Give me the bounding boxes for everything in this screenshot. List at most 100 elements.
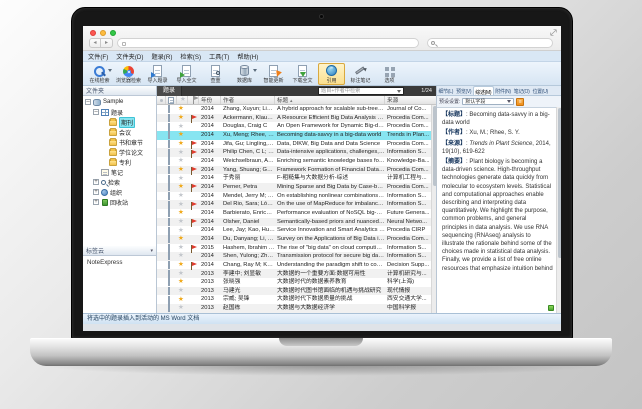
menu-item-工[interactable]: 工具(T) — [209, 52, 229, 61]
table-row[interactable]: ★2014Yang, Shuang; Guo,...Framework Form… — [157, 166, 436, 175]
expander-icon[interactable]: – — [93, 109, 99, 115]
expander-icon[interactable]: – — [85, 99, 91, 105]
table-row[interactable]: ★2014Mendel, Jerry M; Ko...On establishi… — [157, 192, 436, 201]
star-cell[interactable]: ★ — [177, 304, 188, 312]
sidebar-item-组织[interactable]: +组织 — [83, 187, 156, 197]
star-cell[interactable]: ★ — [177, 252, 188, 260]
table-row[interactable]: ★2014Weichselbraun, A; G...Enriching sem… — [157, 157, 436, 166]
star-cell[interactable]: ★ — [177, 140, 188, 148]
star-cell[interactable]: ★ — [177, 287, 188, 295]
flag-cell[interactable] — [188, 184, 199, 190]
star-cell[interactable]: ★ — [177, 114, 188, 122]
flag-cell[interactable] — [188, 141, 199, 147]
table-row[interactable]: ★2013李建中; 刘显敏大数据的一个重要方面:数据可用性计算机研究与... — [157, 269, 436, 278]
sidebar-item-书和章节[interactable]: 书和章节 — [83, 137, 156, 147]
star-cell[interactable]: ★ — [177, 244, 188, 252]
toolbar-button-download-fulltext[interactable]: 下载全文 — [289, 63, 316, 85]
flag-cell[interactable] — [188, 245, 199, 251]
menu-item-文[interactable]: 文件夹(D) — [116, 52, 143, 61]
expander-icon[interactable]: + — [93, 189, 99, 195]
star-cell[interactable]: ★ — [177, 278, 188, 286]
flag-cell[interactable] — [188, 150, 199, 156]
table-row[interactable]: ★2014Douglas, Craig CAn Open Framework f… — [157, 122, 436, 131]
star-cell[interactable]: ★ — [177, 261, 188, 269]
sidebar-item-回收站[interactable]: +回收站 — [83, 197, 156, 207]
table-row[interactable]: ★2014Zhang, Xuyun; Liu,...A hybrid appro… — [157, 105, 436, 114]
fullscreen-icon[interactable] — [550, 29, 557, 36]
star-cell[interactable]: ★ — [177, 218, 188, 226]
detail-tab-2[interactable]: 预览(V) — [455, 86, 473, 95]
table-row[interactable]: ★2014Perner, PetraMining Sparse and Big … — [157, 183, 436, 192]
table-row[interactable]: ★2014Olsher, DanielSemantically-based pr… — [157, 218, 436, 227]
sidebar-item-会议[interactable]: 会议 — [83, 127, 156, 137]
star-cell[interactable]: ★ — [177, 131, 188, 139]
table-row[interactable]: ★2014Barbierato, Enrico; G...Performance… — [157, 209, 436, 218]
table-scrollbar[interactable] — [431, 105, 436, 313]
chevron-down-icon[interactable]: ▾ — [150, 248, 153, 254]
detail-scrollbar[interactable] — [556, 107, 561, 313]
toolbar-button-import-records[interactable]: 导入题录 — [144, 63, 171, 85]
table-row[interactable]: ★2014于秀丽F-粗糙集与大数据分析-综述计算机工程与... — [157, 174, 436, 183]
title-column-header[interactable]: 标题 ▲ — [275, 96, 385, 104]
table-row[interactable]: ★2014Ackermann, Klaus; A...A Resource Ef… — [157, 114, 436, 123]
star-cell[interactable]: ★ — [177, 192, 188, 200]
table-row[interactable]: ★2014Lee, Jay; Kao, Hung-...Service Inno… — [157, 226, 436, 235]
menu-item-题[interactable]: 题录(R) — [151, 52, 172, 61]
table-row[interactable]: ★2013赵国栋大数据与大数据经济学中国科学报 — [157, 304, 436, 313]
sidebar-item-Sample[interactable]: –Sample — [83, 97, 156, 107]
toolbar-button-database[interactable]: 数据库 — [231, 63, 258, 85]
toolbar-button-duplicate-check[interactable]: 查重 — [202, 63, 229, 85]
search-dropdown-icon[interactable] — [397, 90, 401, 93]
menu-item-文[interactable]: 文件(F) — [88, 52, 108, 61]
toolbar-button-import-fulltext[interactable]: 导入全文 — [173, 63, 200, 85]
table-row[interactable]: ★2015Hashem, Ibrahim Ab...The rise of "b… — [157, 244, 436, 253]
star-cell[interactable]: ★ — [177, 166, 188, 174]
author-column-header[interactable]: 作者 — [221, 96, 275, 104]
chevron-down-icon[interactable] — [253, 69, 257, 72]
back-button[interactable]: ◂ — [89, 38, 101, 48]
table-row[interactable]: ★2014Del Rio, Sara; López...On the use o… — [157, 200, 436, 209]
browser-search-field[interactable] — [427, 38, 553, 48]
edit-style-button[interactable]: ≡ — [516, 98, 524, 106]
table-row[interactable]: ★2014Chang, Ray M; Kauf...Understanding … — [157, 261, 436, 270]
star-cell[interactable]: ★ — [177, 105, 188, 113]
expander-icon[interactable]: + — [93, 199, 99, 205]
star-cell[interactable]: ★ — [177, 209, 188, 217]
tagcloud-content[interactable]: NoteExpress — [83, 256, 156, 269]
table-row[interactable]: ★2014Du, Danyang; Li, Aih...Survey on th… — [157, 235, 436, 244]
flag-cell[interactable] — [188, 167, 199, 173]
star-column-header[interactable]: ★ — [177, 96, 188, 104]
star-cell[interactable]: ★ — [177, 123, 188, 131]
star-cell[interactable]: ★ — [177, 149, 188, 157]
star-cell[interactable]: ★ — [177, 183, 188, 191]
flag-cell[interactable] — [188, 262, 199, 268]
table-row[interactable]: ★2014Jifa, Gu; Lingling, Zh...Data, DIKW… — [157, 140, 436, 149]
close-button[interactable] — [90, 30, 96, 36]
detail-scrollbar-thumb[interactable] — [558, 108, 562, 258]
menu-item-帮[interactable]: 帮助(H) — [237, 52, 258, 61]
star-cell[interactable]: ★ — [177, 227, 188, 235]
attachment-column-header[interactable] — [166, 96, 177, 104]
star-cell[interactable]: ★ — [177, 157, 188, 165]
star-cell[interactable]: ★ — [177, 235, 188, 243]
flag-cell[interactable] — [188, 115, 199, 121]
star-cell[interactable]: ★ — [177, 201, 188, 209]
sidebar-item-专利[interactable]: 专利 — [83, 157, 156, 167]
toolbar-button-cite[interactable]: ”引用 — [318, 63, 345, 85]
toolbar-button-smart-update[interactable]: 智能更新 — [260, 63, 287, 85]
star-cell[interactable]: ★ — [177, 270, 188, 278]
detail-tab-6[interactable]: 位置(U) — [531, 86, 549, 95]
toolbar-button-options[interactable]: 选项 — [376, 63, 403, 85]
sidebar-item-检索[interactable]: +检索 — [83, 177, 156, 187]
preset-dropdown[interactable]: 默认字段 — [462, 98, 514, 105]
forward-button[interactable]: ▸ — [101, 38, 113, 48]
year-column-header[interactable]: 年份 — [199, 96, 221, 104]
table-row[interactable]: ★2013张晓强大数据时代的数据素养教育科学(上海) — [157, 278, 436, 287]
flag-cell[interactable] — [188, 202, 199, 208]
detail-tab-4[interactable]: 附件(N) — [494, 86, 512, 95]
detail-tab-3[interactable]: 综述(M) — [473, 86, 494, 95]
chevron-down-icon[interactable] — [108, 69, 112, 72]
sidebar-item-期刊[interactable]: 期刊 — [83, 117, 156, 127]
zoom-button[interactable] — [110, 30, 116, 36]
source-column-header[interactable]: 来源 — [385, 96, 436, 104]
